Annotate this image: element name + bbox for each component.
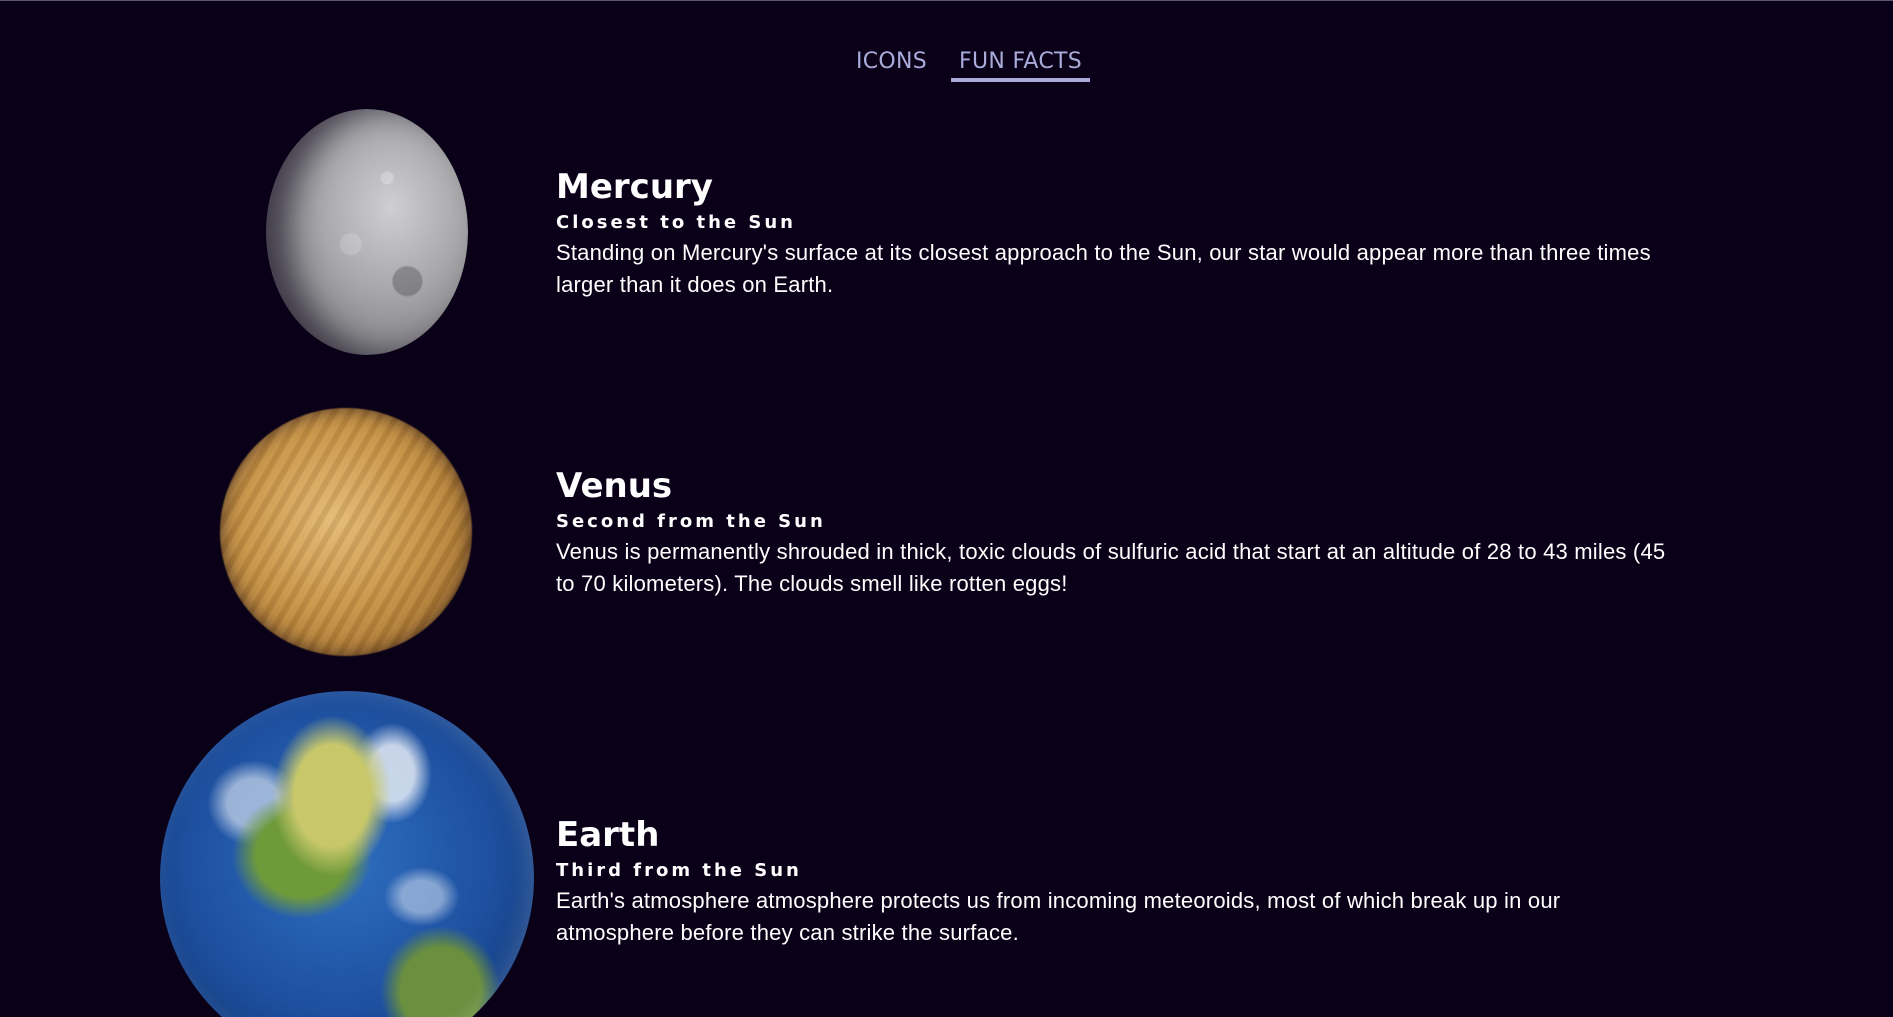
planet-name: Mercury — [556, 167, 713, 207]
planet-fact: Earth's atmosphere atmosphere protects u… — [556, 888, 1561, 945]
planet-fact: Venus is permanently shrouded in thick, … — [556, 539, 1666, 596]
planet-name: Venus — [556, 466, 673, 506]
planet-name: Earth — [556, 815, 660, 855]
tab-fun-facts[interactable]: FUN FACTS — [951, 47, 1091, 82]
planet-subtitle: Third from the Sun — [556, 860, 802, 881]
planet-card-mercury: Mercury Closest to the Sun Standing on M… — [556, 167, 1676, 301]
page: ICONS FUN FACTS Mercury Closest to the S… — [0, 0, 1893, 1017]
tab-bar: ICONS FUN FACTS — [0, 47, 1893, 82]
planet-subtitle: Second from the Sun — [556, 511, 826, 532]
planet-fact: Standing on Mercury's surface at its clo… — [556, 240, 1651, 297]
mercury-planet-image — [266, 109, 468, 355]
planet-subtitle: Closest to the Sun — [556, 212, 796, 233]
planet-card-earth: Earth Third from the Sun Earth's atmosph… — [556, 815, 1676, 949]
earth-planet-image — [160, 691, 534, 1017]
tab-icons[interactable]: ICONS — [848, 47, 935, 82]
planet-card-venus: Venus Second from the Sun Venus is perma… — [556, 466, 1676, 600]
venus-planet-image — [220, 408, 472, 656]
